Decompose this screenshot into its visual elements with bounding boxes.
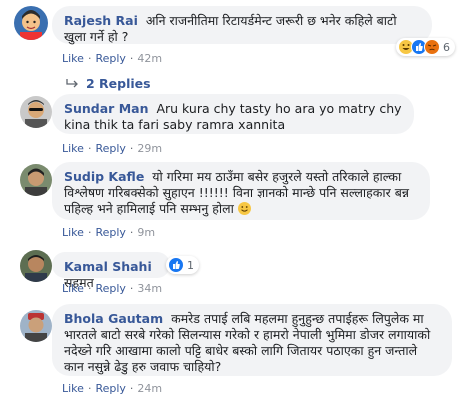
comment-author[interactable]: Kamal Shahi xyxy=(64,259,152,274)
comment-bubble: Bhola Gautam कमरेड तपाई लबि महलमा हुनुहु… xyxy=(52,304,452,376)
reply-link[interactable]: Reply xyxy=(95,226,125,239)
comment-timestamp[interactable]: 24m xyxy=(137,382,162,395)
avatar[interactable] xyxy=(20,250,52,282)
reply-link[interactable]: Reply xyxy=(95,282,125,295)
like-link[interactable]: Like xyxy=(62,226,84,239)
reply-link[interactable]: Reply xyxy=(95,52,125,65)
avatar[interactable] xyxy=(14,6,48,40)
comment-timestamp[interactable]: 29m xyxy=(137,142,162,155)
comment-bubble: Rajesh Rai अनि राजनीतिमा रिटायर्डमेन्ट ज… xyxy=(52,6,432,44)
angry-icon xyxy=(424,39,440,55)
reply-link[interactable]: Reply xyxy=(95,142,125,155)
reaction-summary[interactable]: 6 xyxy=(396,38,455,56)
comment-bubble: Sudip Kafle यो गरिमा मय ठाउँमा बसेर हजुर… xyxy=(52,162,430,220)
avatar[interactable] xyxy=(20,310,52,342)
separator-dot: · xyxy=(87,142,92,155)
smile-emoji-icon xyxy=(237,202,251,215)
comment-actions: Like · Reply · 42m xyxy=(62,52,162,65)
separator-dot: · xyxy=(129,52,134,65)
comment-author[interactable]: Rajesh Rai xyxy=(64,13,138,28)
like-link[interactable]: Like xyxy=(62,142,84,155)
reaction-count: 6 xyxy=(443,40,450,54)
comment-author[interactable]: Bhola Gautam xyxy=(64,311,163,326)
reply-arrow-icon xyxy=(66,76,80,88)
comment-actions: Like · Reply · 29m xyxy=(62,142,162,155)
separator-dot: · xyxy=(129,282,134,295)
like-link[interactable]: Like xyxy=(62,282,84,295)
view-replies-label: 2 Replies xyxy=(86,76,151,91)
separator-dot: · xyxy=(129,142,134,155)
comment-bubble: Kamal Shahi सहमत xyxy=(52,252,170,290)
separator-dot: · xyxy=(87,282,92,295)
view-replies-toggle[interactable]: 2 Replies xyxy=(66,76,151,91)
comment-actions: Like · Reply · 24m xyxy=(62,382,162,395)
reaction-summary[interactable]: 1 xyxy=(166,256,199,274)
comment-author[interactable]: Sudip Kafle xyxy=(64,169,144,184)
like-icon xyxy=(168,257,184,273)
comment-timestamp[interactable]: 9m xyxy=(137,226,155,239)
reply-link[interactable]: Reply xyxy=(95,382,125,395)
separator-dot: · xyxy=(87,226,92,239)
like-link[interactable]: Like xyxy=(62,52,84,65)
comment-timestamp[interactable]: 42m xyxy=(137,52,162,65)
separator-dot: · xyxy=(129,226,134,239)
comment-timestamp[interactable]: 34m xyxy=(137,282,162,295)
comment-author[interactable]: Sundar Man xyxy=(64,101,148,116)
separator-dot: · xyxy=(129,382,134,395)
like-link[interactable]: Like xyxy=(62,382,84,395)
avatar[interactable] xyxy=(20,96,52,128)
comment-actions: Like · Reply · 34m xyxy=(62,282,162,295)
separator-dot: · xyxy=(87,382,92,395)
comment-actions: Like · Reply · 9m xyxy=(62,226,155,239)
avatar[interactable] xyxy=(20,164,52,196)
separator-dot: · xyxy=(87,52,92,65)
reaction-count: 1 xyxy=(187,258,194,272)
comment-bubble: Sundar Man Aru kura chy tasty ho ara yo … xyxy=(52,94,414,134)
